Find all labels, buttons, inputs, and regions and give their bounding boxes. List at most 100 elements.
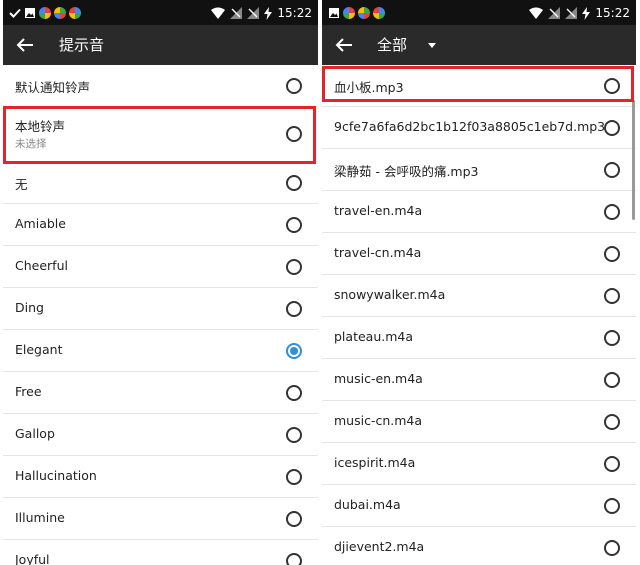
item-label: Illumine — [15, 510, 65, 525]
image-icon — [25, 8, 35, 18]
list-item[interactable]: 本地铃声 未选择 — [3, 107, 318, 162]
item-label: plateau.m4a — [334, 329, 414, 344]
list-item[interactable]: Joyful — [3, 540, 318, 565]
list-item[interactable]: Cheerful — [3, 246, 318, 288]
app-icon — [39, 7, 51, 19]
list-item[interactable]: dubai.m4a — [322, 485, 636, 527]
ringtone-list: 默认通知铃声 本地铃声 未选择 无 Amiable Cheerful Ding … — [3, 65, 318, 565]
radio-button[interactable] — [604, 540, 620, 556]
radio-button[interactable] — [286, 126, 302, 142]
arrow-back-icon[interactable] — [13, 33, 37, 57]
list-item[interactable]: 默认通知铃声 — [3, 65, 318, 107]
radio-button[interactable] — [604, 372, 620, 388]
list-item[interactable]: Gallop — [3, 414, 318, 456]
radio-button[interactable] — [604, 78, 620, 94]
item-label: 本地铃声 — [15, 119, 66, 134]
radio-button[interactable] — [604, 288, 620, 304]
list-item[interactable]: music-en.m4a — [322, 359, 636, 401]
item-label: Elegant — [15, 342, 63, 357]
radio-button[interactable] — [604, 498, 620, 514]
status-bar: 15:22 — [3, 0, 318, 25]
item-label: Free — [15, 384, 42, 399]
right-screen: 15:22 全部 血小板.mp3 9cfe7a6fa6d2bc1b12f03a8… — [322, 0, 636, 565]
item-label: Amiable — [15, 216, 66, 231]
item-label: travel-en.m4a — [334, 203, 423, 218]
list-item[interactable]: djievent2.m4a — [322, 527, 636, 565]
list-item[interactable]: 血小板.mp3 — [322, 65, 636, 107]
item-label: 9cfe7a6fa6d2bc1b12f03a8805c1eb7d.mp3 — [334, 119, 606, 134]
radio-button[interactable] — [604, 414, 620, 430]
item-label: 默认通知铃声 — [15, 80, 91, 95]
radio-button[interactable] — [604, 120, 620, 136]
radio-button[interactable] — [604, 456, 620, 472]
list-item[interactable]: Hallucination — [3, 456, 318, 498]
battery-charging-icon — [264, 6, 273, 20]
item-label: music-cn.m4a — [334, 413, 423, 428]
signal-icon — [247, 7, 260, 19]
radio-button[interactable] — [286, 511, 302, 527]
list-item[interactable]: 梁静茹 - 会呼吸的痛.mp3 — [322, 149, 636, 191]
radio-button[interactable] — [286, 175, 302, 191]
app-bar: 提示音 — [3, 25, 318, 65]
item-label: Gallop — [15, 426, 55, 441]
item-label: Hallucination — [15, 468, 97, 483]
radio-button[interactable] — [604, 246, 620, 262]
item-label: travel-cn.m4a — [334, 245, 422, 260]
list-item[interactable]: 无 — [3, 162, 318, 204]
radio-button[interactable] — [286, 301, 302, 317]
list-item[interactable]: icespirit.m4a — [322, 443, 636, 485]
radio-button[interactable] — [604, 330, 620, 346]
app-icon — [358, 7, 370, 19]
item-subtitle: 未选择 — [15, 138, 47, 150]
item-label: 梁静茹 - 会呼吸的痛.mp3 — [334, 164, 479, 179]
signal-icon — [230, 7, 243, 19]
list-item[interactable]: Illumine — [3, 498, 318, 540]
radio-button[interactable] — [604, 162, 620, 178]
app-icon — [69, 7, 81, 19]
list-item[interactable]: Elegant — [3, 330, 318, 372]
list-item[interactable]: Free — [3, 372, 318, 414]
radio-button[interactable] — [286, 385, 302, 401]
file-list: 血小板.mp3 9cfe7a6fa6d2bc1b12f03a8805c1eb7d… — [322, 65, 636, 565]
list-item[interactable]: Ding — [3, 288, 318, 330]
list-item[interactable]: plateau.m4a — [322, 317, 636, 359]
item-label: icespirit.m4a — [334, 455, 416, 470]
item-label: 血小板.mp3 — [334, 80, 404, 95]
radio-button[interactable] — [604, 204, 620, 220]
item-label: music-en.m4a — [334, 371, 423, 386]
radio-button[interactable] — [286, 217, 302, 233]
list-item[interactable]: snowywalker.m4a — [322, 275, 636, 317]
caret-down-icon[interactable] — [426, 39, 438, 51]
radio-button[interactable] — [286, 78, 302, 94]
list-item[interactable]: music-cn.m4a — [322, 401, 636, 443]
item-label: snowywalker.m4a — [334, 287, 446, 302]
item-label: 无 — [15, 177, 28, 192]
radio-button[interactable] — [286, 553, 302, 565]
page-title[interactable]: 全部 — [377, 34, 407, 55]
arrow-back-icon[interactable] — [332, 33, 356, 57]
list-item[interactable]: travel-cn.m4a — [322, 233, 636, 275]
app-icon — [343, 7, 355, 19]
radio-button[interactable] — [286, 259, 302, 275]
item-label: Ding — [15, 300, 44, 315]
list-item[interactable]: Amiable — [3, 204, 318, 246]
battery-charging-icon — [582, 6, 591, 20]
list-item[interactable]: travel-en.m4a — [322, 191, 636, 233]
radio-button[interactable] — [286, 427, 302, 443]
wifi-icon — [529, 7, 544, 19]
app-bar: 全部 — [322, 25, 636, 65]
status-bar: 15:22 — [322, 0, 636, 25]
list-item[interactable]: 9cfe7a6fa6d2bc1b12f03a8805c1eb7d.mp3 — [322, 107, 636, 149]
radio-button-selected[interactable] — [286, 343, 302, 359]
image-icon — [329, 8, 339, 18]
scrollbar[interactable] — [632, 100, 635, 220]
signal-icon — [565, 7, 578, 19]
wifi-icon — [211, 7, 226, 19]
status-time: 15:22 — [277, 6, 312, 20]
item-label: Cheerful — [15, 258, 68, 273]
left-screen: 15:22 提示音 默认通知铃声 本地铃声 未选择 无 Amiable Chee… — [3, 0, 318, 565]
radio-button[interactable] — [286, 469, 302, 485]
signal-icon — [548, 7, 561, 19]
item-label: djievent2.m4a — [334, 539, 425, 554]
status-time: 15:22 — [595, 6, 630, 20]
